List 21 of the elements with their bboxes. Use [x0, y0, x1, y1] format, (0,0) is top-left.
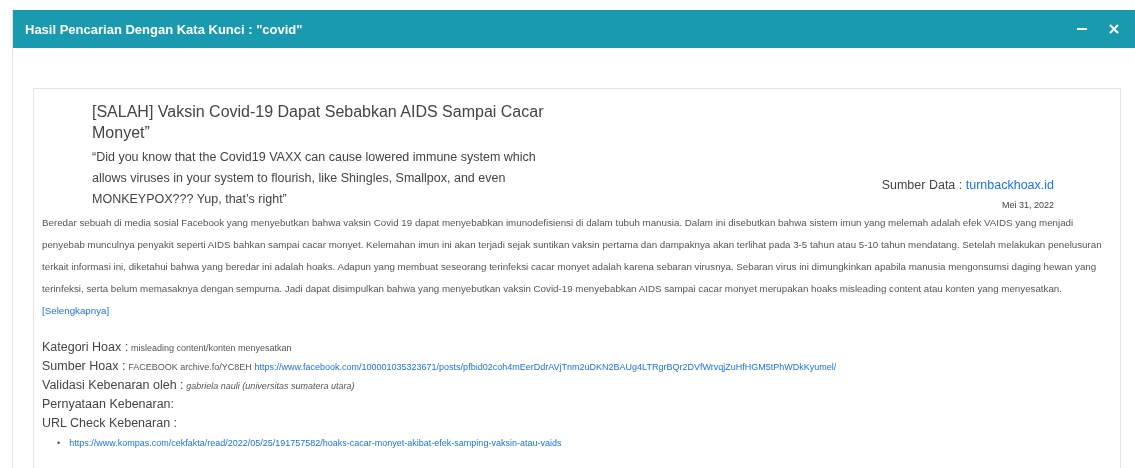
read-more-link[interactable]: [Selengkapnya]: [42, 305, 110, 316]
article-quote: “Did you know that the Covid19 VAXX can cause lowered immune system which allows viruses in your system to flourish, like Shingles, Smallpox, and even MONKEYPOX??? Yup, that’s right”: [92, 149, 537, 208]
close-button[interactable]: [1107, 22, 1121, 36]
validator-name: gabriela nauli (universitas sumatera utara): [186, 381, 355, 391]
detail-value: FACEBOOK archive.fo/YC8EH: [128, 362, 252, 372]
check-url-link[interactable]: https://www.kompas.com/cekfakta/read/2022/05/25/191757582/hoaks-cacar-monyet-akibat-efek-samping-vaksin-atau-vaids: [69, 438, 562, 448]
detail-label: Sumber Hoax :: [42, 359, 126, 373]
detail-label: Validasi Kebenaran oleh :: [42, 378, 184, 392]
bullet: •: [57, 438, 61, 448]
source-link[interactable]: https://www.facebook.com/100001035323671/posts/pfbid02coh4mEerDdrAVjTnm2uDKN2BAUg4LTRgrBQr2DVfWrvqjZuHfHGM5tPhWDkKyumel/: [254, 362, 837, 372]
window-title: Hasil Pencarian Dengan Kata Kunci : "covid": [25, 21, 303, 37]
article-title: [SALAH] Vaksin Covid-19 Dapat Sebabkan AIDS Sampai Cacar Monyet”: [92, 102, 545, 143]
source-label: Sumber Data :: [881, 178, 963, 192]
close-icon: [1109, 24, 1119, 34]
detail-label: Pernyataan Kebenaran:: [42, 397, 175, 411]
detail-value: misleading content/konten menyesatkan: [130, 343, 292, 353]
detail-label: URL Check Kebenaran :: [42, 416, 178, 430]
article-summary: Beredar sebuah di media sosial Facebook yang menyebutkan bahwa vaksin Covid 19 dapat menyebabkan imunodefisiensi di dalam tubuh manusia. Dalam ini disebutkan bahwa sistem imun yang melemah adalah efek VAIDS yang menjadi penyebab munculnya penyakit seperti AIDS bahkan sampai cacar monyet. Kelemahan imun ini akan terjadi sejak suntikan vaksin pertama dan dampaknya akan terlihat pada 3-5 tahun atau 5-10 tahun mendatang. Setelah melakukan penelusuran terkait informasi ini, diketahui bahwa yang beredar ini adalah hoaks. Adapun yang membuat seseorang terinfeksi cacar monyet adalah karena sebaran virusnya. Sebaran virus ini dimungkinkan apabila manusia mengonsumsi daging hewan yang terinfeksi, serta belum memasaknya dengan sempurna. Jadi dapat disimpulkan bahwa yang menyebutkan vaksin Covid-19 menyebabkan AIDS sampai cacar monyet merupakan hoaks misleading content atau konten yang menyesatkan. [Selengkapnya]: [42, 216, 1103, 318]
source-data-link[interactable]: turnbackhoax.id: [965, 178, 1054, 192]
detail-label: Kategori Hoax :: [42, 340, 129, 354]
publish-date: Mei 31, 2022: [1000, 200, 1054, 210]
